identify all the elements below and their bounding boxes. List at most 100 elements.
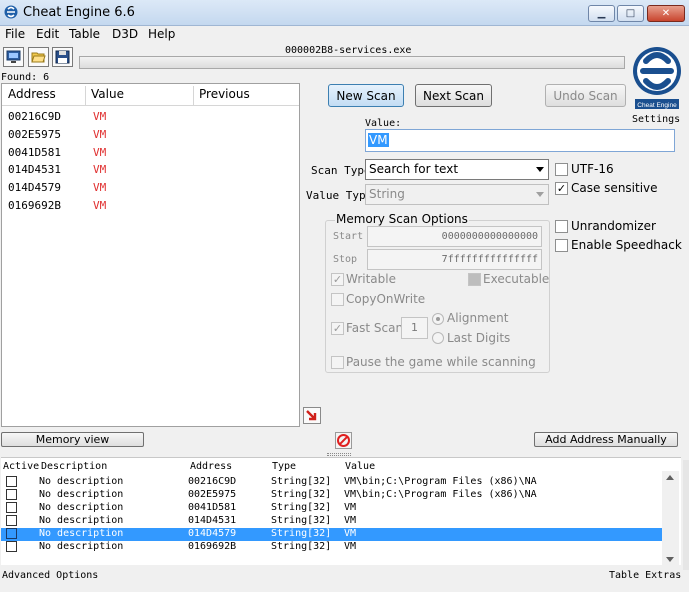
result-value: VM	[93, 146, 107, 159]
result-row[interactable]: 014D4579 VM	[8, 180, 288, 197]
result-address: 0169692B	[8, 199, 61, 212]
start-address-input[interactable]: 0000000000000000	[367, 226, 542, 247]
row-address: 00216C9D	[188, 476, 237, 487]
value-input[interactable]: VM	[365, 129, 675, 152]
last-digits-radio[interactable]	[432, 332, 444, 344]
writable-checkbox[interactable]: ✓	[331, 273, 344, 286]
chevron-down-icon	[536, 192, 544, 197]
executable-checkbox[interactable]	[468, 273, 481, 286]
close-button[interactable]: ✕	[647, 5, 685, 22]
value-type-dropdown[interactable]: String	[365, 184, 549, 205]
result-value: VM	[93, 181, 107, 194]
header-separator	[193, 86, 194, 105]
active-checkbox[interactable]	[6, 502, 17, 513]
unrandomizer-checkbox[interactable]	[555, 220, 568, 233]
row-value: VM	[344, 528, 357, 539]
open-file-button[interactable]	[28, 47, 49, 67]
add-to-table-button[interactable]	[303, 407, 321, 424]
result-row[interactable]: 014D4531 VM	[8, 162, 288, 179]
save-button[interactable]	[52, 47, 73, 67]
row-description: No description	[39, 528, 124, 539]
minimize-button[interactable]: ▁	[588, 5, 615, 22]
result-row[interactable]: 00216C9D VM	[8, 109, 288, 126]
result-row[interactable]: 0041D581 VM	[8, 145, 288, 162]
settings-link[interactable]: Settings	[632, 114, 680, 125]
utf16-checkbox[interactable]	[555, 163, 568, 176]
scroll-down-icon[interactable]	[666, 557, 674, 562]
clear-list-icon[interactable]	[335, 432, 352, 449]
active-checkbox[interactable]	[6, 476, 17, 487]
row-value: VM\bin;C:\Program Files (x86)\NA	[344, 489, 537, 500]
table-header-type[interactable]: Type	[272, 461, 296, 472]
table-scrollbar[interactable]	[662, 471, 679, 566]
title-bar: Cheat Engine 6.6 ▁ □ ✕	[0, 0, 689, 26]
copy-on-write-label: CopyOnWrite	[346, 292, 426, 306]
menu-edit[interactable]: Edit	[33, 27, 62, 41]
results-header-address[interactable]: Address	[8, 87, 56, 101]
table-row[interactable]: No description 002E5975 String[32] VM\bi…	[1, 489, 662, 502]
fast-scan-value-input[interactable]: 1	[401, 317, 428, 339]
row-type: String[32]	[271, 515, 332, 526]
case-sensitive-label: Case sensitive	[571, 181, 658, 195]
cheat-engine-logo[interactable]: Cheat Engine	[629, 43, 685, 113]
row-value: VM	[344, 515, 357, 526]
active-checkbox[interactable]	[6, 528, 17, 539]
scan-results-list[interactable]: Address Value Previous 00216C9D VM 002E5…	[1, 83, 300, 427]
row-description: No description	[39, 489, 124, 500]
memory-view-button[interactable]: Memory view	[1, 432, 144, 447]
table-extras-link[interactable]: Table Extras	[609, 570, 681, 581]
row-value: VM	[344, 502, 357, 513]
scroll-up-icon[interactable]	[666, 475, 674, 480]
result-row[interactable]: 002E5975 VM	[8, 127, 288, 144]
copy-on-write-checkbox[interactable]	[331, 293, 344, 306]
maximize-button[interactable]: □	[617, 5, 644, 22]
speedhack-checkbox[interactable]	[555, 239, 568, 252]
memory-scan-options-title: Memory Scan Options	[335, 212, 469, 226]
undo-scan-button[interactable]: Undo Scan	[545, 84, 626, 107]
table-header-address[interactable]: Address	[190, 461, 232, 472]
table-row[interactable]: No description 00216C9D String[32] VM\bi…	[1, 476, 662, 489]
table-header-active[interactable]: Active	[3, 461, 39, 472]
splitter-handle[interactable]	[327, 453, 351, 456]
new-scan-button[interactable]: New Scan	[328, 84, 404, 107]
alignment-radio[interactable]	[432, 313, 444, 325]
row-type: String[32]	[271, 476, 332, 487]
scan-type-value: Search for text	[369, 162, 459, 176]
table-header-value[interactable]: Value	[345, 461, 375, 472]
menu-help[interactable]: Help	[145, 27, 178, 41]
results-header-value[interactable]: Value	[91, 87, 124, 101]
table-row[interactable]: No description 0041D581 String[32] VM	[1, 502, 662, 515]
pause-game-checkbox[interactable]	[331, 356, 344, 369]
table-header-description[interactable]: Description	[41, 461, 107, 472]
menu-d3d[interactable]: D3D	[109, 27, 141, 41]
select-process-button[interactable]	[3, 47, 24, 67]
next-scan-button[interactable]: Next Scan	[415, 84, 492, 107]
active-checkbox[interactable]	[6, 515, 17, 526]
table-row[interactable]: No description 014D4531 String[32] VM	[1, 515, 662, 528]
red-arrow-icon	[306, 410, 317, 421]
active-checkbox[interactable]	[6, 489, 17, 500]
result-row[interactable]: 0169692B VM	[8, 198, 288, 215]
row-description: No description	[39, 476, 124, 487]
scan-type-dropdown[interactable]: Search for text	[365, 159, 549, 180]
row-type: String[32]	[271, 541, 332, 552]
active-checkbox[interactable]	[6, 541, 17, 552]
row-address: 002E5975	[188, 489, 237, 500]
menu-table[interactable]: Table	[66, 27, 103, 41]
row-type: String[32]	[271, 489, 332, 500]
case-sensitive-checkbox[interactable]: ✓	[555, 182, 568, 195]
results-header-previous[interactable]: Previous	[199, 87, 250, 101]
result-address: 014D4531	[8, 163, 61, 176]
start-label: Start	[333, 231, 364, 242]
add-address-manually-button[interactable]: Add Address Manually	[534, 432, 678, 447]
cheat-table[interactable]: Active Description Address Type Value No…	[1, 457, 681, 566]
speedhack-label: Enable Speedhack	[571, 238, 682, 252]
advanced-options-link[interactable]: Advanced Options	[2, 570, 98, 581]
table-row[interactable]: No description 0169692B String[32] VM	[1, 541, 662, 554]
value-type-label: Value Type	[306, 189, 373, 202]
stop-address-input[interactable]: 7fffffffffffffff	[367, 249, 542, 270]
menu-file[interactable]: File	[2, 27, 28, 41]
fast-scan-checkbox[interactable]: ✓	[331, 322, 344, 335]
alignment-label: Alignment	[447, 311, 509, 325]
table-row-selected[interactable]: No description 014D4579 String[32] VM	[1, 528, 662, 541]
